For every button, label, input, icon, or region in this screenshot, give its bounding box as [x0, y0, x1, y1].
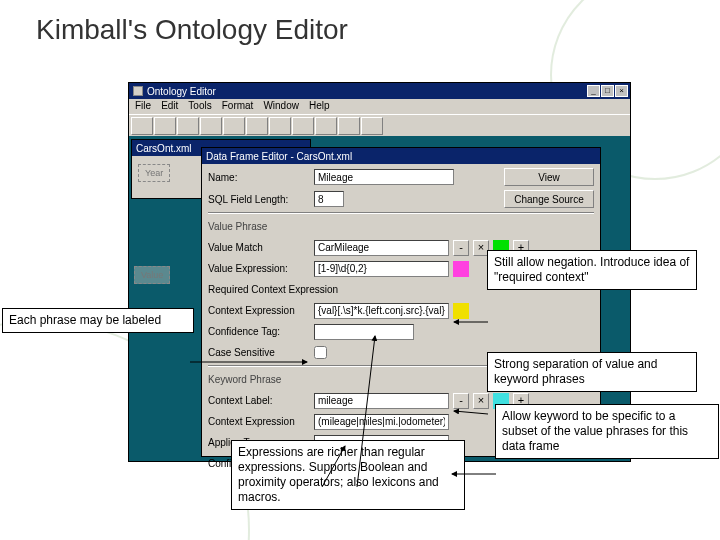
svg-line-4 [322, 446, 345, 487]
svg-line-5 [357, 336, 375, 487]
svg-line-2 [454, 411, 488, 414]
